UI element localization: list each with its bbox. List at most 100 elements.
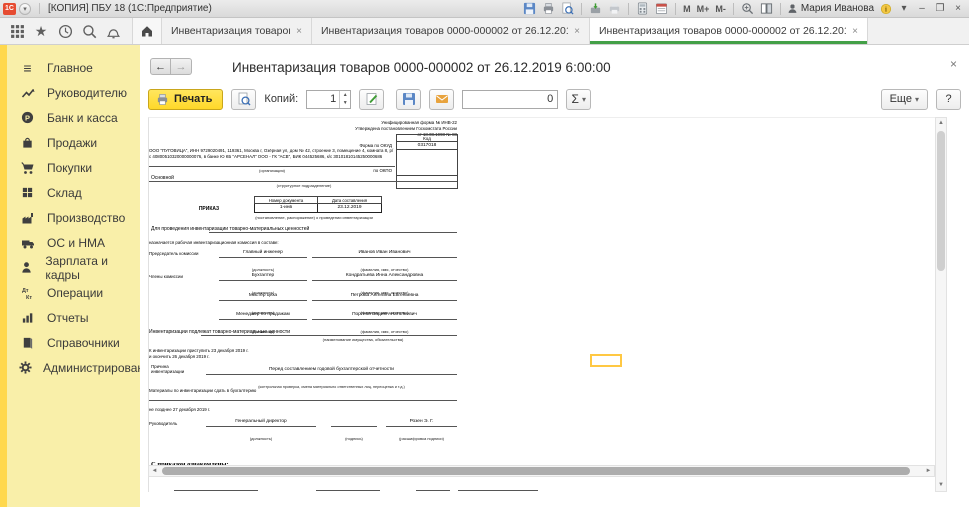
tab-inventory-doc-2-active[interactable]: Инвентаризация товаров 0000-000002 от 26… xyxy=(590,18,868,44)
materials-underline xyxy=(149,400,457,401)
vertical-scroll-thumb[interactable] xyxy=(937,131,945,271)
sum-field[interactable]: 0 xyxy=(462,90,558,109)
print-toolbar: Печать Копий: 1 ▲ ▼ 0 Σ ▾ Еще ▾ xyxy=(148,87,961,111)
sidebar-item-administration[interactable]: Администрирование xyxy=(7,355,140,380)
back-button[interactable]: ← xyxy=(150,58,171,75)
sidebar-item-operations[interactable]: Операции xyxy=(7,280,140,305)
notifications-bell-icon[interactable] xyxy=(104,22,122,40)
home-tab[interactable] xyxy=(132,18,162,44)
system-menu-button[interactable]: ▾ xyxy=(19,3,31,15)
sidebar-item-bank-cash[interactable]: Банк и касса xyxy=(7,105,140,130)
info-icon[interactable] xyxy=(878,2,893,16)
edit-button[interactable] xyxy=(359,89,384,110)
sidebar-item-reports[interactable]: Отчеты xyxy=(7,305,140,330)
selected-cell[interactable] xyxy=(590,354,622,367)
separator xyxy=(675,3,676,15)
help-button[interactable]: ? xyxy=(936,89,961,110)
stepper-down-icon[interactable]: ▼ xyxy=(340,99,350,108)
caret-down-icon: ▾ xyxy=(915,95,919,104)
sections-sidebar: ≡Главное Руководителю Банк и касса Прода… xyxy=(0,45,140,507)
sum-sigma-button[interactable]: Σ ▾ xyxy=(566,89,591,110)
memory-m-button[interactable]: M xyxy=(682,4,692,14)
inv22-form: Унифицированная форма № ИНВ-22 Утвержден… xyxy=(149,118,935,492)
user-name: Мария Иванова xyxy=(801,3,874,14)
calendar-icon[interactable] xyxy=(654,2,669,16)
favorites-star-icon[interactable]: ★ xyxy=(32,22,50,40)
scroll-up-icon[interactable]: ▲ xyxy=(936,118,946,129)
document-header: ← → Инвентаризация товаров 0000-000002 о… xyxy=(140,45,969,85)
current-user[interactable]: Мария Иванова xyxy=(787,3,874,14)
preview-button[interactable] xyxy=(231,89,256,110)
print-button[interactable]: Печать xyxy=(148,89,223,110)
sidebar-item-production[interactable]: Производство xyxy=(7,205,140,230)
organization-line xyxy=(149,166,395,167)
scroll-right-icon[interactable]: ► xyxy=(923,466,934,476)
zoom-icon[interactable] xyxy=(740,2,755,16)
truck-icon xyxy=(19,235,36,251)
minimize-button[interactable]: – xyxy=(915,2,929,15)
copies-stepper[interactable]: 1 ▲ ▼ xyxy=(306,90,351,109)
tab-inventory-list[interactable]: Инвентаризация товаров × xyxy=(162,18,312,44)
print-preview-icon[interactable] xyxy=(560,2,575,16)
tab-close-icon[interactable]: × xyxy=(574,26,580,37)
home-icon xyxy=(140,24,154,38)
sidebar-item-sales[interactable]: Продажи xyxy=(7,130,140,155)
history-clock-icon[interactable] xyxy=(56,22,74,40)
send-email-button[interactable] xyxy=(429,89,454,110)
close-window-button[interactable]: × xyxy=(951,2,965,15)
subject-caption: (наименование имущества, обязательства) xyxy=(269,337,457,342)
scroll-left-icon[interactable]: ◄ xyxy=(149,466,160,476)
maximize-button[interactable]: ❐ xyxy=(933,2,947,15)
calculator-icon[interactable] xyxy=(635,2,650,16)
sidebar-item-label: Руководителю xyxy=(47,86,127,100)
more-button-label: Еще xyxy=(890,93,912,105)
print-button-label: Печать xyxy=(174,93,212,105)
horizontal-scrollbar[interactable]: ◄ ► xyxy=(148,465,935,477)
ack-date-block: дата xyxy=(316,483,380,492)
sidebar-item-manager[interactable]: Руководителю xyxy=(7,80,140,105)
1c-logo-icon: 1С xyxy=(3,3,16,15)
titlebar-menu-caret[interactable]: ▾ xyxy=(897,2,911,15)
number-value: 1-инв xyxy=(254,204,318,213)
head-signature-block: (подпись) xyxy=(331,419,377,445)
user-icon xyxy=(787,3,798,14)
sidebar-item-label: ОС и НМА xyxy=(47,236,105,250)
tab-close-icon[interactable]: × xyxy=(296,26,302,37)
sidebar-item-references[interactable]: Справочники xyxy=(7,330,140,355)
all-functions-icon[interactable] xyxy=(8,22,26,40)
memory-mplus-button[interactable]: M+ xyxy=(696,4,711,14)
copies-value[interactable]: 1 xyxy=(307,91,339,108)
search-icon[interactable] xyxy=(80,22,98,40)
head-name-block: Розен Э. Г.(расшифровка подписи) xyxy=(386,419,457,445)
sidebar-item-label: Банк и касса xyxy=(47,111,118,125)
print-icon[interactable] xyxy=(541,2,556,16)
sidebar-item-purchases[interactable]: Покупки xyxy=(7,155,140,180)
ack-position-block: (должность) xyxy=(174,483,258,492)
print-current-icon[interactable] xyxy=(607,2,622,16)
materials-line: Материалы по инвентаризации сдать в бухг… xyxy=(149,388,256,394)
split-view-icon[interactable] xyxy=(759,2,774,16)
deadline-line: не позднее 27 декабря 2019 г. xyxy=(149,407,210,413)
forward-button[interactable]: → xyxy=(171,58,192,75)
more-button[interactable]: Еще ▾ xyxy=(881,89,928,110)
sidebar-item-warehouse[interactable]: Склад xyxy=(7,180,140,205)
organization-text: ООО "ПУГОВИЦА", ИНН 9729020491, 119361, … xyxy=(149,148,395,160)
sidebar-item-main[interactable]: ≡Главное xyxy=(7,55,140,80)
close-document-icon[interactable]: × xyxy=(950,57,957,71)
tab-close-icon[interactable]: × xyxy=(852,26,858,37)
memory-mminus-button[interactable]: M- xyxy=(714,4,727,14)
save-icon[interactable] xyxy=(522,2,537,16)
scroll-down-icon[interactable]: ▼ xyxy=(936,480,946,491)
ack-fio-block: (фамилия, имя, отчество) xyxy=(458,483,538,492)
vertical-scrollbar[interactable]: ▲ ▼ xyxy=(935,117,947,492)
sidebar-item-fixed-assets[interactable]: ОС и НМА xyxy=(7,230,140,255)
sidebar-item-label: Продажи xyxy=(47,136,97,150)
horizontal-scroll-thumb[interactable] xyxy=(162,467,910,475)
save-file-button[interactable] xyxy=(396,89,421,110)
gear-icon xyxy=(19,360,32,376)
attach-icon[interactable] xyxy=(588,2,603,16)
print-preview-area[interactable]: Унифицированная форма № ИНВ-22 Утвержден… xyxy=(148,117,935,492)
sidebar-item-salary-hr[interactable]: Зарплата и кадры xyxy=(7,255,140,280)
stepper-up-icon[interactable]: ▲ xyxy=(340,91,350,100)
tab-inventory-doc-1[interactable]: Инвентаризация товаров 0000-000002 от 26… xyxy=(312,18,590,44)
